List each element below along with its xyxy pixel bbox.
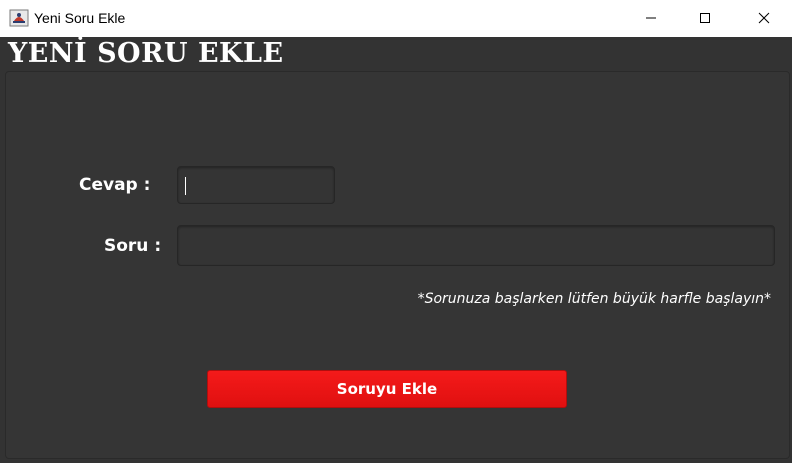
maximize-icon bbox=[699, 9, 711, 28]
question-input[interactable] bbox=[177, 225, 775, 266]
answer-label: Cevap : bbox=[79, 175, 151, 195]
window-content: YENİ SORU EKLE Cevap : Soru : *Sorunuza … bbox=[0, 37, 792, 463]
text-caret bbox=[185, 177, 186, 195]
page-title: YENİ SORU EKLE bbox=[8, 38, 284, 69]
close-button[interactable] bbox=[741, 0, 787, 37]
minimize-icon bbox=[645, 9, 657, 28]
minimize-button[interactable] bbox=[628, 0, 674, 37]
add-question-button[interactable]: Soruyu Ekle bbox=[207, 370, 567, 408]
window-title: Yeni Soru Ekle bbox=[34, 10, 126, 26]
question-label: Soru : bbox=[104, 236, 162, 256]
java-coffee-icon bbox=[9, 9, 29, 27]
form-panel: Cevap : Soru : *Sorunuza başlarken lütfe… bbox=[5, 71, 790, 459]
maximize-button[interactable] bbox=[682, 0, 728, 37]
close-icon bbox=[758, 9, 770, 28]
capitalization-hint: *Sorunuza başlarken lütfen büyük harfle … bbox=[417, 291, 771, 307]
window-titlebar[interactable]: Yeni Soru Ekle bbox=[0, 0, 792, 37]
answer-input[interactable] bbox=[177, 166, 335, 204]
